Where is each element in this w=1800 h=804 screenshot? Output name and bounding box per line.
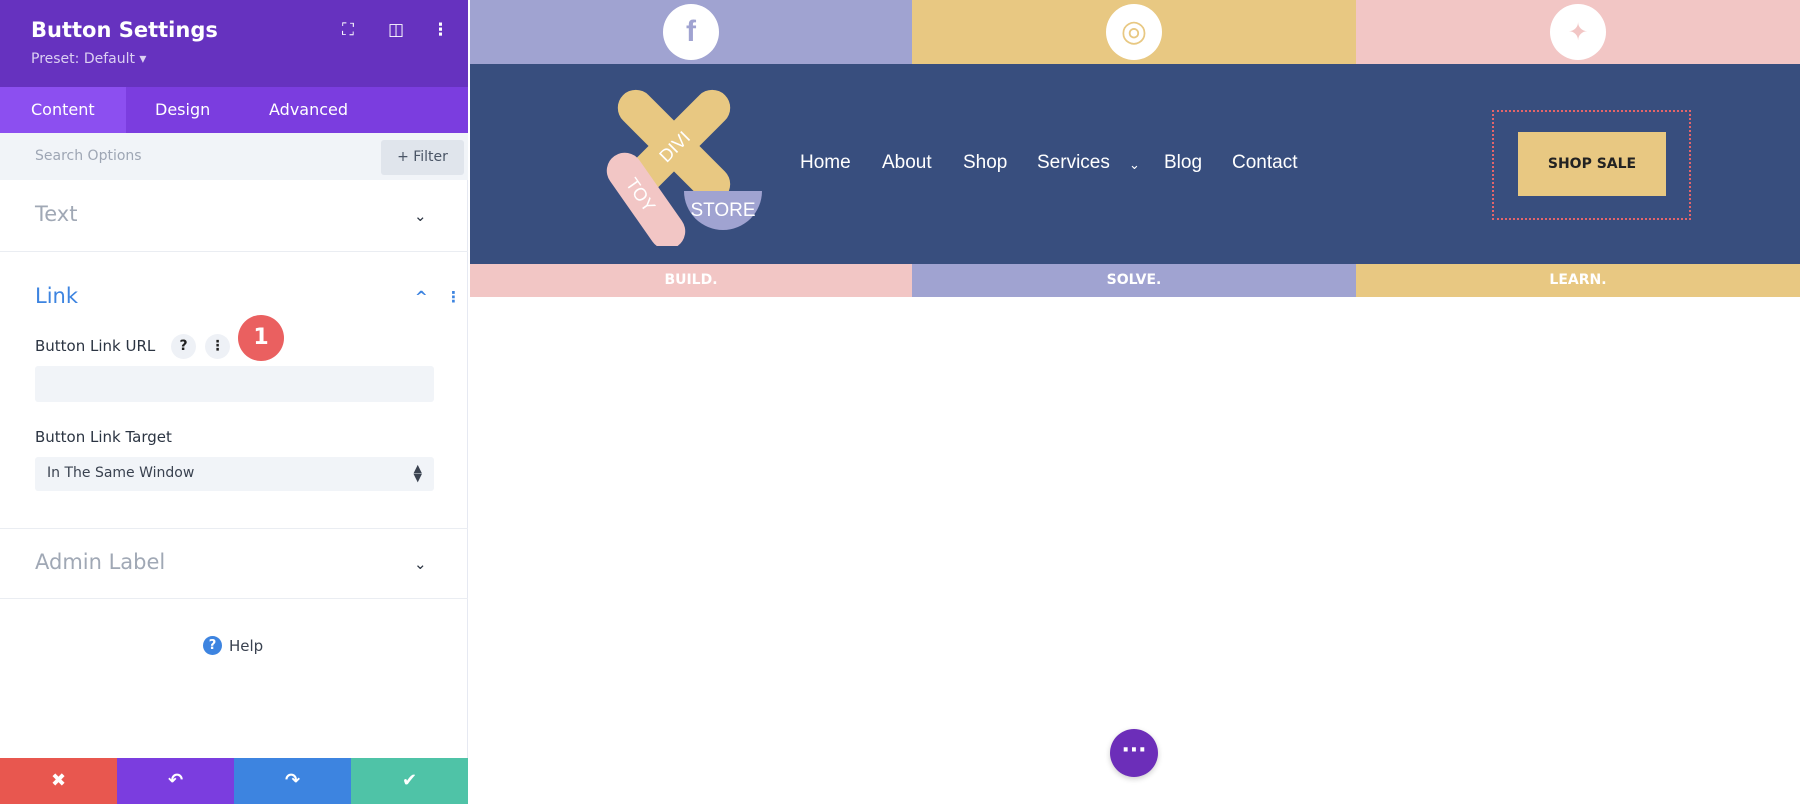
section-link[interactable]: Link	[35, 284, 78, 308]
instagram-icon[interactable]: ◎	[1106, 4, 1162, 60]
layout-icon[interactable]: ◫	[388, 20, 404, 40]
link-url-input[interactable]	[35, 366, 434, 402]
help-circle-icon: ?	[203, 636, 222, 655]
nav-blog[interactable]: Blog	[1164, 152, 1202, 174]
panel-tabs: Content Design Advanced	[0, 87, 468, 133]
facebook-icon[interactable]: f	[663, 4, 719, 60]
nav-services[interactable]: Services	[1037, 152, 1110, 174]
more-options-button[interactable]: ···	[1110, 729, 1158, 777]
select-arrows-icon: ▲ ▼	[413, 462, 422, 484]
help-link[interactable]: ? Help	[203, 636, 263, 655]
save-button[interactable]: ✔	[351, 758, 468, 804]
link-target-select[interactable]: In The Same Window ▲ ▼	[35, 457, 434, 491]
social-instagram[interactable]: ◎	[912, 0, 1356, 64]
tab-design[interactable]: Design	[124, 87, 241, 133]
filter-button[interactable]: + Filter	[381, 140, 464, 175]
section-menu-icon[interactable]: ⋮	[446, 288, 461, 306]
link-target-value: In The Same Window	[47, 465, 195, 481]
chevron-up-icon[interactable]: ^	[415, 288, 428, 306]
undo-button[interactable]: ↶	[117, 758, 234, 804]
social-bar: f ◎ ✦	[470, 0, 1800, 64]
tab-advanced[interactable]: Advanced	[238, 87, 379, 133]
action-bar: ✖ ↶ ↷ ✔	[0, 758, 468, 804]
help-label: Help	[229, 636, 264, 655]
focus-icon[interactable]: ⛶	[342, 20, 354, 40]
settings-panel: Button Settings Preset: Default ▾ ⛶ ◫ ⋮ …	[0, 0, 468, 804]
field-menu-icon[interactable]: ⋮	[205, 334, 230, 359]
cancel-button[interactable]: ✖	[0, 758, 117, 804]
help-icon[interactable]: ?	[171, 334, 196, 359]
twitter-icon[interactable]: ✦	[1550, 4, 1606, 60]
search-input[interactable]: Search Options	[35, 148, 142, 164]
divider	[0, 251, 468, 252]
svg-text:STORE: STORE	[690, 200, 755, 221]
divider	[0, 598, 468, 599]
divider	[0, 528, 468, 529]
section-text[interactable]: Text	[35, 202, 77, 226]
panel-title: Button Settings	[31, 18, 218, 42]
nav-shop[interactable]: Shop	[963, 152, 1007, 174]
chevron-down-icon[interactable]: ⌄	[1129, 157, 1140, 173]
social-facebook[interactable]: f	[470, 0, 912, 64]
nav-about[interactable]: About	[882, 152, 932, 174]
section-admin-label[interactable]: Admin Label	[35, 550, 165, 574]
site-header: DIVI TOY STORE Home About Shop Services …	[470, 64, 1800, 264]
tagline-strip: BUILD. SOLVE. LEARN.	[470, 264, 1800, 297]
step-badge: 1	[238, 315, 284, 361]
panel-header: Button Settings Preset: Default ▾ ⛶ ◫ ⋮	[0, 0, 468, 87]
strip-solve: SOLVE.	[912, 264, 1356, 297]
social-twitter[interactable]: ✦	[1356, 0, 1800, 64]
preset-dropdown[interactable]: Preset: Default ▾	[31, 51, 146, 67]
tab-content[interactable]: Content	[0, 87, 126, 133]
link-url-label: Button Link URL	[35, 337, 156, 355]
nav-home[interactable]: Home	[800, 152, 851, 174]
logo[interactable]: DIVI TOY STORE	[596, 86, 771, 246]
nav-contact[interactable]: Contact	[1232, 152, 1297, 174]
strip-build: BUILD.	[470, 264, 912, 297]
shop-sale-button[interactable]: SHOP SALE	[1518, 132, 1666, 196]
redo-button[interactable]: ↷	[234, 758, 351, 804]
more-options-icon[interactable]: ⋮	[432, 20, 449, 40]
strip-learn: LEARN.	[1356, 264, 1800, 297]
link-target-label: Button Link Target	[35, 428, 172, 446]
chevron-down-icon[interactable]: ⌄	[414, 555, 427, 573]
chevron-down-icon[interactable]: ⌄	[414, 207, 427, 225]
